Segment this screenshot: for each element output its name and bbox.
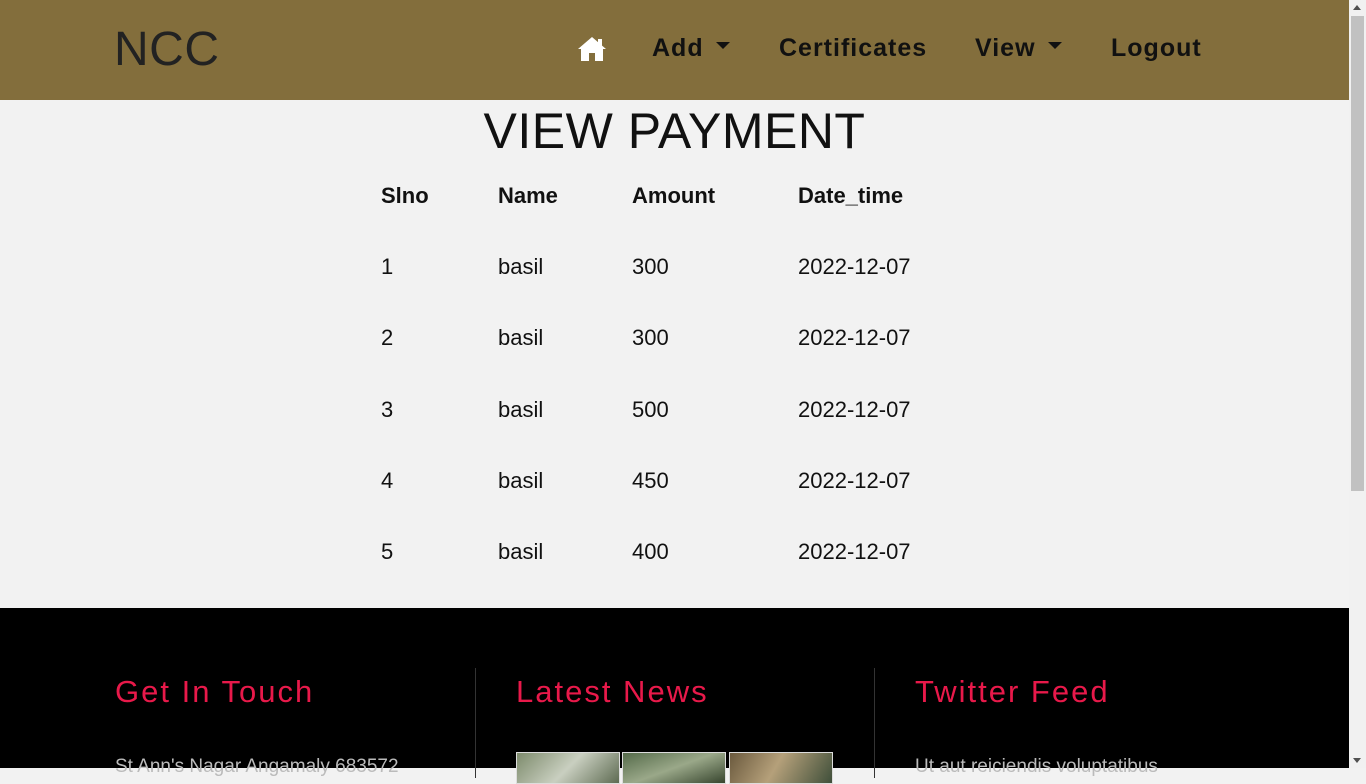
main-content: VIEW PAYMENT Slno Name Amount Date_time … bbox=[0, 100, 1349, 608]
table-cell-date-time: 2022-12-07 bbox=[798, 325, 911, 350]
news-thumbnail[interactable] bbox=[622, 752, 726, 784]
table-cell-name: basil bbox=[498, 468, 544, 493]
nav-view-dropdown[interactable]: View bbox=[975, 34, 1062, 63]
table-header-date-time: Date_time bbox=[798, 183, 904, 208]
footer-address: St Ann's Nagar Angamaly 683572 bbox=[115, 756, 399, 777]
navbar: NCC Add Certificates View Logout bbox=[0, 0, 1349, 100]
table-cell-name: basil bbox=[498, 325, 544, 350]
brand-logo[interactable]: NCC bbox=[114, 22, 220, 77]
nav-view-label: View bbox=[975, 34, 1036, 62]
nav-add-label: Add bbox=[652, 34, 704, 62]
footer-heading-get-in-touch: Get In Touch bbox=[115, 674, 315, 709]
table-cell-date-time: 2022-12-07 bbox=[798, 539, 911, 564]
table-cell-amount: 450 bbox=[632, 468, 669, 493]
table-cell-amount: 400 bbox=[632, 539, 669, 564]
home-icon bbox=[578, 37, 606, 61]
table-cell-name: basil bbox=[498, 254, 544, 279]
scrollbar-thumb[interactable] bbox=[1351, 16, 1364, 491]
table-cell-amount: 300 bbox=[632, 325, 669, 350]
news-thumbnail[interactable] bbox=[516, 752, 620, 784]
twitter-feed-text: Ut aut reiciendis voluptatibus bbox=[915, 756, 1158, 777]
scroll-up-icon[interactable] bbox=[1353, 5, 1361, 10]
table-header-amount: Amount bbox=[632, 183, 716, 208]
nav-certificates[interactable]: Certificates bbox=[779, 34, 927, 63]
footer-heading-latest-news: Latest News bbox=[516, 674, 709, 709]
news-thumbnail[interactable] bbox=[729, 752, 833, 784]
nav-logout[interactable]: Logout bbox=[1111, 34, 1202, 63]
caret-down-icon bbox=[715, 41, 730, 49]
table-header-slno: Slno bbox=[381, 183, 429, 208]
scroll-down-icon[interactable] bbox=[1353, 758, 1361, 763]
table-cell-name: basil bbox=[498, 539, 544, 564]
table-cell-slno: 2 bbox=[381, 325, 394, 350]
nav-certificates-label: Certificates bbox=[779, 34, 928, 62]
table-cell-date-time: 2022-12-07 bbox=[798, 397, 911, 422]
table-cell-slno: 1 bbox=[381, 254, 394, 279]
table-cell-date-time: 2022-12-07 bbox=[798, 468, 911, 493]
caret-down-icon bbox=[1047, 41, 1062, 49]
nav-logout-label: Logout bbox=[1111, 34, 1202, 62]
home-link[interactable] bbox=[577, 36, 607, 62]
table-cell-slno: 4 bbox=[381, 468, 394, 493]
vertical-scrollbar[interactable] bbox=[1349, 0, 1366, 768]
nav-add-dropdown[interactable]: Add bbox=[652, 34, 730, 63]
table-cell-amount: 500 bbox=[632, 397, 669, 422]
table-cell-slno: 3 bbox=[381, 397, 394, 422]
footer-divider bbox=[475, 668, 476, 778]
footer-heading-twitter-feed: Twitter Feed bbox=[915, 674, 1110, 709]
table-cell-amount: 300 bbox=[632, 254, 669, 279]
table-cell-date-time: 2022-12-07 bbox=[798, 254, 911, 279]
table-cell-slno: 5 bbox=[381, 539, 394, 564]
footer: Get In Touch St Ann's Nagar Angamaly 683… bbox=[0, 608, 1349, 784]
table-header-name: Name bbox=[498, 183, 558, 208]
footer-divider bbox=[874, 668, 875, 778]
table-cell-name: basil bbox=[498, 397, 544, 422]
page-title: VIEW PAYMENT bbox=[483, 103, 866, 159]
